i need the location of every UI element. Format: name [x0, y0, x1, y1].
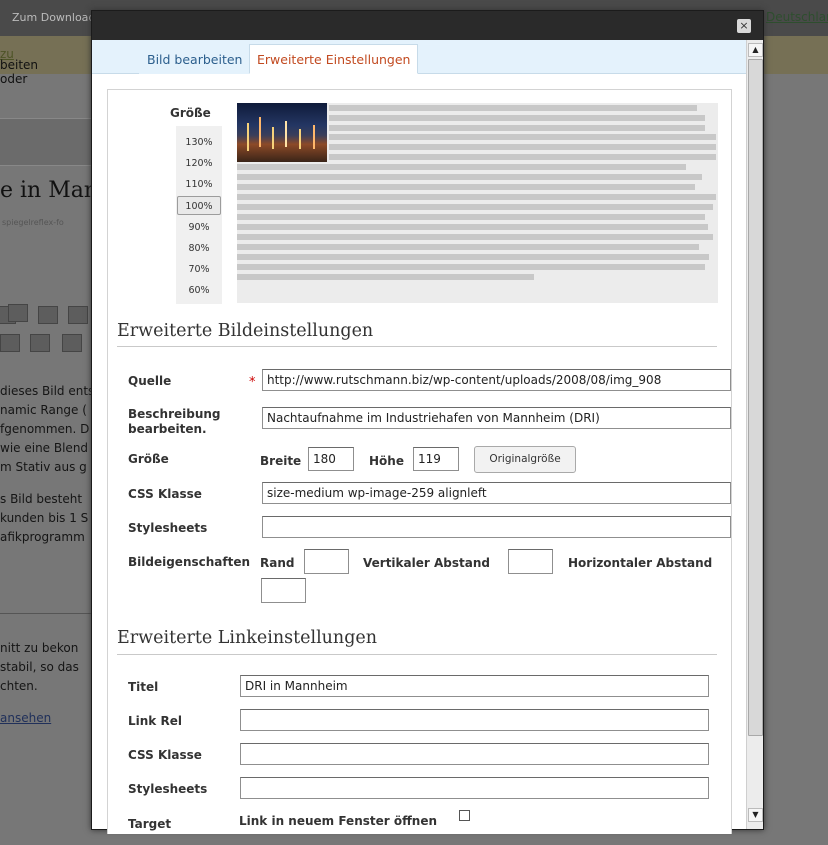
background-paragraph-1: dieses Bild entst namic Range ( fgenomme… [0, 384, 100, 474]
link-settings-title: Erweiterte Linkeinstellungen [117, 628, 378, 648]
background-notice-text: beiten oder zu [0, 47, 39, 86]
description-input[interactable]: Nachtaufnahme im Industriehafen von Mann… [262, 407, 731, 429]
preview-text-line [237, 254, 709, 260]
tab-erweiterte-einstellungen[interactable]: Erweiterte Einstellungen [249, 44, 419, 74]
horizontal-spacing-label: Horizontaler Abstand [568, 556, 713, 570]
background-editor-toolbar [0, 300, 95, 360]
image-properties-label: Bildeigenschaften [128, 555, 251, 569]
preview-thumbnail [237, 103, 327, 162]
preview-text-line [329, 115, 705, 121]
source-label: Quelle [128, 374, 172, 388]
size-option-100[interactable]: 100% [177, 196, 221, 215]
css-class-input[interactable]: size-medium wp-image-259 alignleft [262, 482, 731, 504]
image-placement-preview [237, 103, 718, 303]
size-option-70[interactable]: 70% [176, 260, 222, 279]
size-label: Größe [128, 452, 169, 466]
scroll-down-arrow-icon[interactable]: ▼ [748, 808, 763, 822]
border-label: Rand [260, 556, 295, 570]
dialog-scrollbar[interactable]: ▲ ▼ [746, 40, 763, 829]
background-subline: spiegelreflex-fo [2, 218, 64, 227]
width-input[interactable]: 180 [308, 447, 354, 471]
link-css-class-label: CSS Klasse [128, 748, 202, 762]
close-icon[interactable]: × [737, 19, 751, 33]
background-divider [0, 613, 95, 614]
dialog-tabs: Bild bearbeiten Erweiterte Einstellungen [92, 40, 747, 74]
dialog-title-bar: × [92, 11, 763, 40]
preview-text-line [329, 154, 716, 160]
border-input[interactable] [304, 549, 349, 574]
image-settings-title: Erweiterte Bildeinstellungen [117, 321, 374, 341]
size-option-110[interactable]: 110% [176, 175, 222, 194]
background-toolbar-icon [38, 306, 58, 324]
preview-text-line [237, 214, 705, 220]
image-settings-divider [117, 346, 717, 347]
link-css-class-input[interactable] [240, 743, 709, 765]
target-label: Target [128, 817, 172, 831]
vertical-spacing-label: Vertikaler Abstand [363, 556, 490, 570]
link-title-input[interactable]: DRI in Mannheim [240, 675, 709, 697]
background-top-right-link[interactable]: Deutschland [766, 10, 828, 24]
background-view-link[interactable]: ansehen [0, 711, 51, 725]
link-title-label: Titel [128, 680, 159, 694]
preview-text-line [329, 134, 716, 140]
link-stylesheets-label: Stylesheets [128, 782, 208, 796]
preview-text-line [237, 274, 534, 280]
size-percent-list: 130% 120% 110% 100% 90% 80% 70% 60% [176, 126, 222, 304]
open-in-new-window-label: Link in neuem Fenster öffnen [239, 814, 438, 828]
stylesheets-label: Stylesheets [128, 521, 208, 535]
background-paragraph-2: s Bild besteht kunden bis 1 S afikprogra… [0, 492, 89, 544]
width-label: Breite [260, 454, 302, 468]
preview-text-line [329, 125, 705, 131]
required-asterisk-icon: * [249, 375, 256, 390]
description-label: Beschreibung bearbeiten. [128, 407, 221, 436]
size-preview-label: Größe [170, 106, 211, 120]
size-option-90[interactable]: 90% [176, 218, 222, 237]
preview-text-line [237, 224, 708, 230]
link-rel-label: Link Rel [128, 714, 182, 728]
background-toolbar-icon [30, 334, 50, 352]
scrollbar-thumb[interactable] [748, 59, 763, 736]
link-settings-divider [117, 654, 717, 655]
tab-bild-bearbeiten[interactable]: Bild bearbeiten [139, 44, 251, 74]
height-input[interactable]: 119 [413, 447, 459, 471]
preview-text-line [237, 164, 686, 170]
background-toolbar-icon [8, 304, 28, 322]
background-toolbar-icon [68, 306, 88, 324]
preview-text-line [237, 194, 716, 200]
preview-text-line [237, 234, 713, 240]
preview-text-line [329, 105, 697, 111]
size-option-120[interactable]: 120% [176, 154, 222, 173]
scroll-up-arrow-icon[interactable]: ▲ [748, 43, 763, 57]
link-rel-input[interactable] [240, 709, 709, 731]
preview-text-line [237, 204, 713, 210]
vertical-spacing-input[interactable] [508, 549, 553, 574]
preview-text-line [237, 244, 699, 250]
original-size-button[interactable]: Originalgröße [474, 446, 576, 473]
source-url-input[interactable]: http://www.rutschmann.biz/wp-content/upl… [262, 369, 731, 391]
preview-text-line [237, 184, 695, 190]
size-option-80[interactable]: 80% [176, 239, 222, 258]
background-band [0, 118, 100, 166]
advanced-settings-panel: Größe 130% 120% 110% 100% 90% 80% 70% 60… [107, 89, 732, 834]
height-label: Höhe [369, 454, 404, 468]
background-toolbar-icon [0, 334, 20, 352]
link-stylesheets-input[interactable] [240, 777, 709, 799]
size-option-60[interactable]: 60% [176, 281, 222, 300]
background-toolbar-icon [62, 334, 82, 352]
background-paragraph-3: nitt zu bekon stabil, so das chten. [0, 641, 79, 693]
size-option-130[interactable]: 130% [176, 133, 222, 152]
horizontal-spacing-input[interactable] [261, 578, 306, 603]
stylesheets-input[interactable] [262, 516, 731, 538]
css-class-label: CSS Klasse [128, 487, 202, 501]
preview-text-line [237, 264, 705, 270]
preview-text-line [329, 144, 716, 150]
open-in-new-window-checkbox[interactable] [459, 810, 470, 821]
background-top-text: Zum Download [12, 11, 96, 24]
image-edit-dialog: × Bild bearbeiten Erweiterte Einstellung… [91, 10, 764, 834]
preview-text-line [237, 174, 702, 180]
